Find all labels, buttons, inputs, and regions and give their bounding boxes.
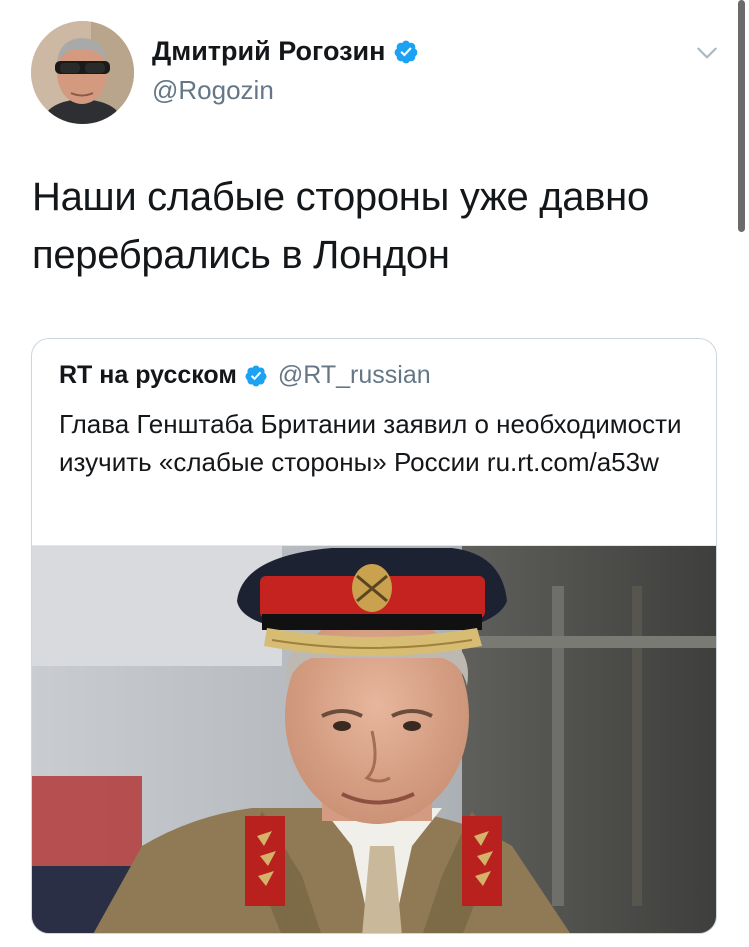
tweet: Дмитрий Рогозин @Rogozin Наши слабые сто… xyxy=(0,0,749,947)
verified-badge-icon xyxy=(245,365,267,386)
avatar-photo xyxy=(31,21,134,124)
quoted-tweet-text: Глава Генштаба Британии заявил о необход… xyxy=(59,405,689,481)
photo-military-officer-in-peaked-cap xyxy=(32,546,716,933)
author-avatar[interactable] xyxy=(31,21,134,124)
quoted-tweet-photo[interactable] xyxy=(32,545,716,933)
quoted-author-name: RT на русском xyxy=(59,361,237,389)
scrollbar[interactable] xyxy=(738,0,745,232)
author-name[interactable]: Дмитрий Рогозин xyxy=(152,36,385,67)
author-name-row[interactable]: Дмитрий Рогозин xyxy=(152,36,419,67)
quoted-tweet-link[interactable]: ru.rt.com/a53w xyxy=(487,447,659,477)
quoted-tweet-header: RT на русском @RT_russian xyxy=(59,361,431,390)
quoted-author-handle: @RT_russian xyxy=(277,361,431,389)
quoted-tweet-card[interactable]: RT на русском @RT_russian Глава Генштаба… xyxy=(31,338,717,934)
tweet-text: Наши слабые стороны уже давно перебралис… xyxy=(32,175,649,277)
verified-badge-icon xyxy=(395,40,418,63)
chevron-down-icon[interactable] xyxy=(694,40,720,66)
author-handle[interactable]: @Rogozin xyxy=(152,75,274,106)
